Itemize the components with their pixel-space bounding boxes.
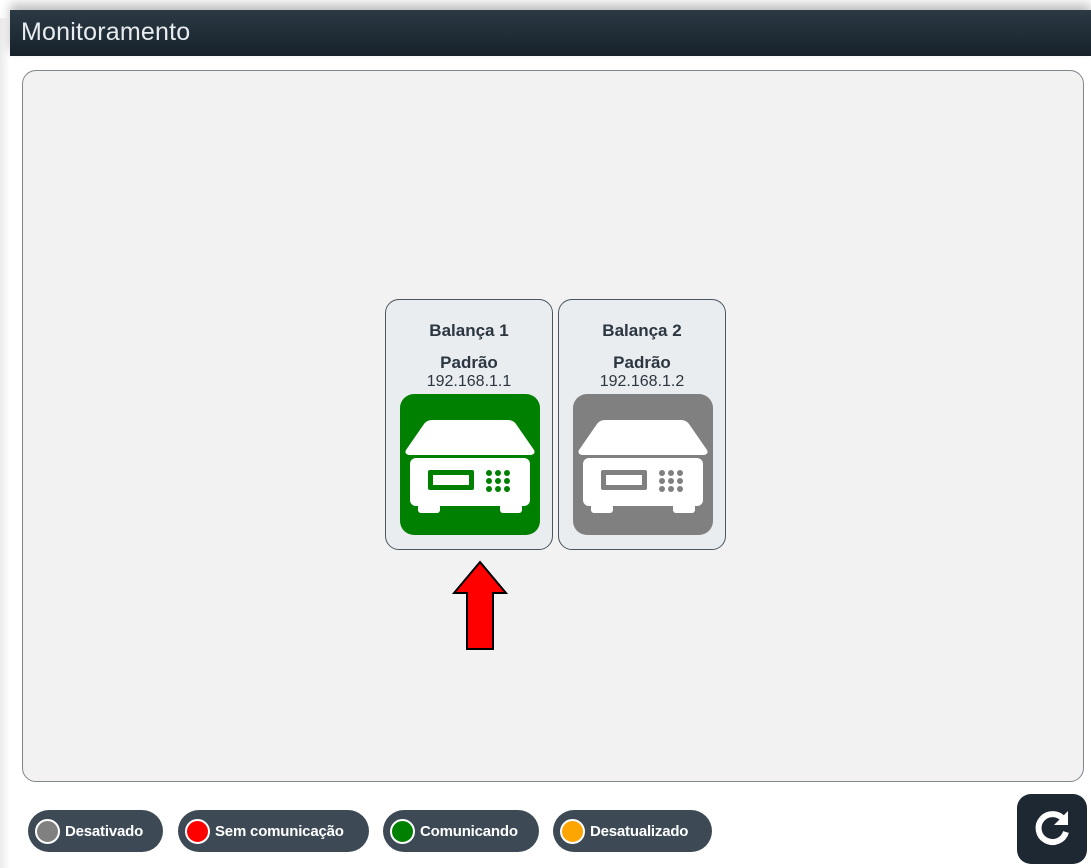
device-name: Balança 2: [602, 321, 682, 340]
red-up-arrow-icon: [451, 560, 509, 657]
status-dot-orange-icon: [560, 818, 585, 844]
devices-panel: [22, 70, 1084, 782]
legend-label: Comunicando: [420, 822, 518, 840]
device-card-balanca-2[interactable]: Balança 2 Padrão 192.168.1.2: [558, 299, 726, 550]
legend-desatualizado[interactable]: Desatualizado: [553, 810, 712, 852]
header-bar: Monitoramento: [10, 10, 1091, 56]
legend-label: Desatualizado: [590, 822, 689, 840]
refresh-icon: [1035, 811, 1069, 846]
device-name: Balança 1: [429, 321, 509, 340]
legend-label: Desativado: [65, 822, 144, 840]
legend-comunicando[interactable]: Comunicando: [383, 810, 539, 852]
scale-icon: [573, 394, 713, 535]
device-ip: 192.168.1.1: [426, 373, 512, 390]
status-dot-red-icon: [185, 818, 210, 844]
scale-icon: [400, 394, 540, 535]
refresh-button[interactable]: [1017, 794, 1087, 864]
monitoring-window: Monitoramento Balança 1 Padrão 192.168.1…: [0, 0, 1091, 868]
device-ip: 192.168.1.2: [599, 373, 685, 390]
page-title: Monitoramento: [21, 18, 191, 46]
device-mode: Padrão: [613, 353, 671, 372]
status-dot-gray-icon: [35, 818, 60, 844]
window-shadow: [0, 18, 10, 868]
legend-desativado[interactable]: Desativado: [28, 810, 163, 852]
device-card-balanca-1[interactable]: Balança 1 Padrão 192.168.1.1: [385, 299, 553, 550]
status-dot-green-icon: [390, 818, 415, 844]
device-mode: Padrão: [440, 353, 498, 372]
legend-sem-comunicacao[interactable]: Sem comunicação: [178, 810, 369, 852]
legend-label: Sem comunicação: [215, 822, 344, 840]
